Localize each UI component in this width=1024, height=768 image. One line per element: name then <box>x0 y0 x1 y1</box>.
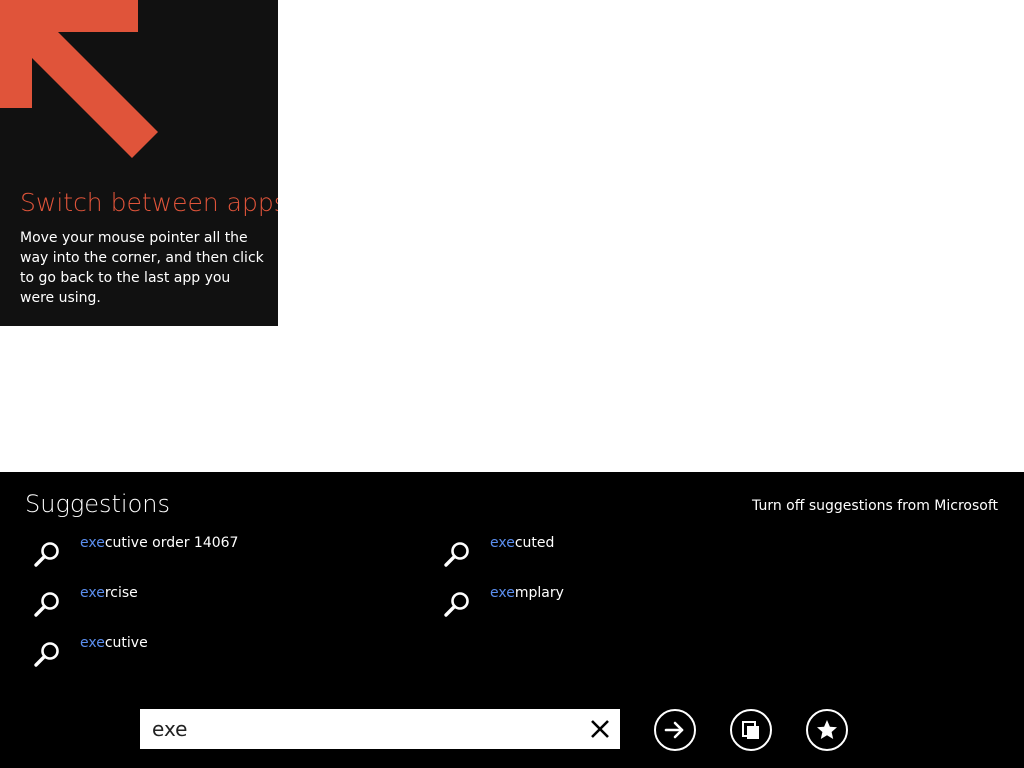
search-box <box>140 709 620 749</box>
tab-tools-button[interactable] <box>730 709 772 751</box>
search-icon <box>34 542 59 567</box>
suggestion-item[interactable]: exemplary <box>443 584 564 618</box>
close-icon[interactable] <box>588 717 612 741</box>
switch-apps-tip: Switch between apps Move your mouse poin… <box>0 0 278 326</box>
suggestion-item[interactable]: executive order 14067 <box>33 534 238 568</box>
star-icon <box>817 720 837 739</box>
turn-off-suggestions-link[interactable]: Turn off suggestions from Microsoft <box>752 498 998 514</box>
browser-window: ab Switch between apps Move your mouse p… <box>0 0 1024 768</box>
search-icon <box>444 592 469 617</box>
suggestion-item[interactable]: exercise <box>33 584 138 618</box>
suggestion-label: exercise <box>80 585 138 601</box>
suggestion-label: executive order 14067 <box>80 535 239 551</box>
tip-title: Switch between apps <box>20 188 278 217</box>
arrow-up-left-icon <box>0 0 158 158</box>
suggestion-label: executed <box>490 535 555 551</box>
tip-text: Move your mouse pointer all the way into… <box>20 230 264 306</box>
search-icon <box>34 642 59 667</box>
suggestion-label: exemplary <box>490 585 564 601</box>
suggestion-item[interactable]: executed <box>443 534 554 568</box>
tabs-icon <box>742 721 759 739</box>
suggestions-title: Suggestions <box>25 490 170 518</box>
suggestion-item[interactable]: executive <box>33 634 148 668</box>
address-search-input[interactable] <box>140 711 560 747</box>
go-button[interactable] <box>654 709 696 751</box>
suggestions-pane: Suggestions Turn off suggestions from Mi… <box>0 472 1024 768</box>
search-icon <box>34 592 59 617</box>
suggestion-label: executive <box>80 635 148 651</box>
arrow-right-icon <box>664 721 684 739</box>
favorites-button[interactable] <box>806 709 848 751</box>
search-icon <box>444 542 469 567</box>
